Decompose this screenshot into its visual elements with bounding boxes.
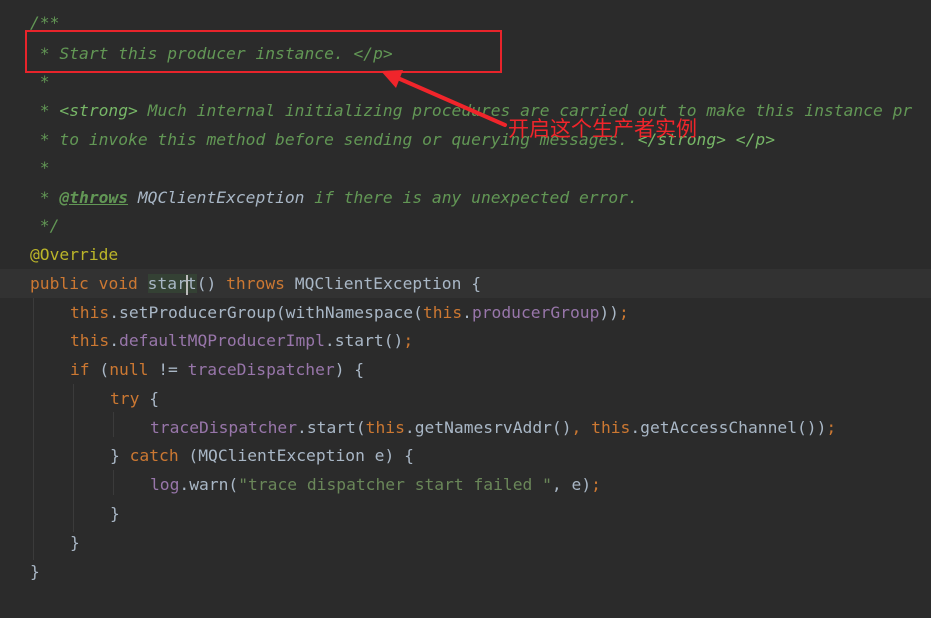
annotation-arrow-icon [381, 70, 507, 127]
code-editor[interactable]: /** * Start this producer instance. </p>… [0, 0, 931, 618]
annotation-label: 开启这个生产者实例 [508, 117, 697, 141]
